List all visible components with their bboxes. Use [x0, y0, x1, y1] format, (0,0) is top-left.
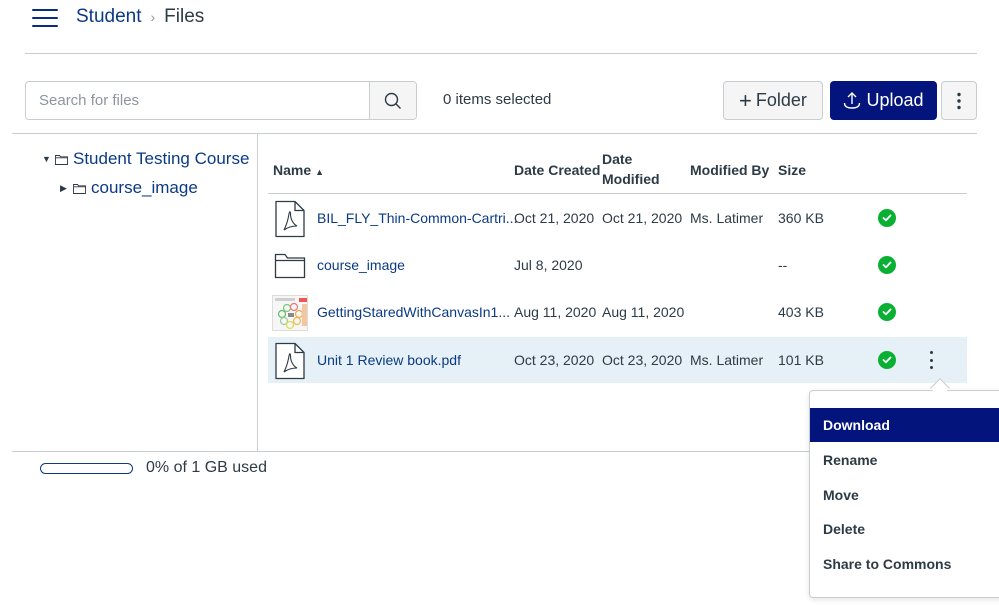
date-created: Aug 11, 2020 [514, 304, 597, 320]
column-header-label: Name [273, 162, 312, 178]
upload-label: Upload [866, 90, 924, 110]
file-name-link[interactable]: course_image [317, 242, 405, 288]
table-header-divider [268, 193, 967, 194]
table-row[interactable]: GettingStaredWithCanvasIn1... Aug 11, 20… [268, 289, 967, 335]
items-selected-count: 0 items selected [443, 91, 552, 108]
row-actions-kebab-icon[interactable] [924, 349, 938, 371]
folder-icon [272, 247, 308, 285]
menu-item-move[interactable]: Move [810, 478, 999, 512]
file-name-link[interactable]: Unit 1 Review book.pdf [317, 337, 461, 383]
quota-progress-bar [40, 463, 133, 474]
published-check-icon[interactable] [878, 209, 896, 227]
image-thumbnail [272, 294, 308, 332]
date-modified: Aug 11, 2020 [602, 304, 685, 320]
published-check-icon[interactable] [878, 351, 896, 369]
tree-item-label: Student Testing Course [73, 149, 250, 168]
file-size: 403 KB [778, 304, 824, 320]
expand-icon[interactable]: ▶ [60, 183, 70, 194]
table-row-selected[interactable]: Unit 1 Review book.pdf Oct 23, 2020 Oct … [268, 337, 967, 383]
published-check-icon[interactable] [878, 256, 896, 274]
breadcrumb-student[interactable]: Student [76, 6, 142, 28]
upload-button[interactable]: Upload [830, 81, 937, 120]
breadcrumb: Student › Files [76, 6, 204, 28]
file-size: 101 KB [778, 352, 824, 368]
folder-icon [55, 154, 68, 165]
menu-item-share-to-commons[interactable]: Share to Commons [810, 547, 999, 581]
table-row[interactable]: BIL_FLY_Thin-Common-Cartri... Oct 21, 20… [268, 195, 967, 241]
tree-divider [257, 134, 258, 451]
add-folder-label: Folder [755, 90, 807, 110]
column-header-modified-by[interactable]: Modified By [690, 160, 769, 180]
modified-by: Ms. Latimer [690, 352, 764, 368]
date-modified: Oct 21, 2020 [602, 210, 683, 226]
row-actions-menu: Download Rename Move Delete Share to Com… [809, 390, 999, 598]
breadcrumb-separator: › [150, 9, 156, 25]
collapse-icon[interactable]: ▼ [42, 154, 52, 164]
search-box [25, 81, 417, 120]
kebab-icon [957, 92, 961, 109]
file-name-link[interactable]: GettingStaredWithCanvasIn1... [317, 289, 510, 335]
search-input[interactable] [26, 82, 369, 119]
tree-item-course-image[interactable]: ▶ course_image [60, 178, 198, 198]
header-divider [25, 53, 977, 54]
menu-item-delete[interactable]: Delete [810, 512, 999, 546]
column-header-size[interactable]: Size [778, 160, 806, 180]
menu-item-download[interactable]: Download [810, 408, 999, 442]
column-header-name[interactable]: Name ▲ [273, 160, 324, 182]
pdf-file-icon [272, 200, 308, 238]
folder-icon [73, 183, 86, 194]
date-modified: Oct 23, 2020 [602, 352, 683, 368]
file-size: 360 KB [778, 210, 824, 226]
sort-ascending-icon: ▲ [315, 167, 325, 177]
breadcrumb-files: Files [164, 6, 205, 27]
add-folder-button[interactable]: + Folder [723, 81, 823, 120]
toolbar-divider [12, 133, 977, 134]
modified-by: Ms. Latimer [690, 210, 764, 226]
tree-item-root[interactable]: ▼ Student Testing Course [42, 149, 249, 169]
date-created: Jul 8, 2020 [514, 257, 583, 273]
column-header-label: Modified [602, 171, 660, 187]
table-row[interactable]: course_image Jul 8, 2020 -- [268, 242, 967, 288]
published-check-icon[interactable] [878, 303, 896, 321]
file-size: -- [778, 257, 788, 273]
column-header-date-modified[interactable]: Date Modified [602, 149, 660, 189]
pdf-file-icon [272, 342, 308, 380]
hamburger-icon[interactable] [32, 9, 58, 27]
search-button[interactable] [369, 82, 416, 119]
search-icon [384, 92, 401, 109]
column-header-label: Date [602, 151, 633, 167]
more-options-button[interactable] [941, 81, 977, 120]
plus-icon: + [739, 87, 752, 113]
file-name-link[interactable]: BIL_FLY_Thin-Common-Cartri... [317, 195, 517, 241]
tree-item-label: course_image [91, 178, 198, 197]
column-header-date-created[interactable]: Date Created [514, 160, 600, 180]
quota-label: 0% of 1 GB used [146, 459, 267, 476]
upload-icon [844, 91, 861, 109]
date-created: Oct 23, 2020 [514, 352, 595, 368]
menu-item-rename[interactable]: Rename [810, 443, 999, 477]
date-created: Oct 21, 2020 [514, 210, 595, 226]
